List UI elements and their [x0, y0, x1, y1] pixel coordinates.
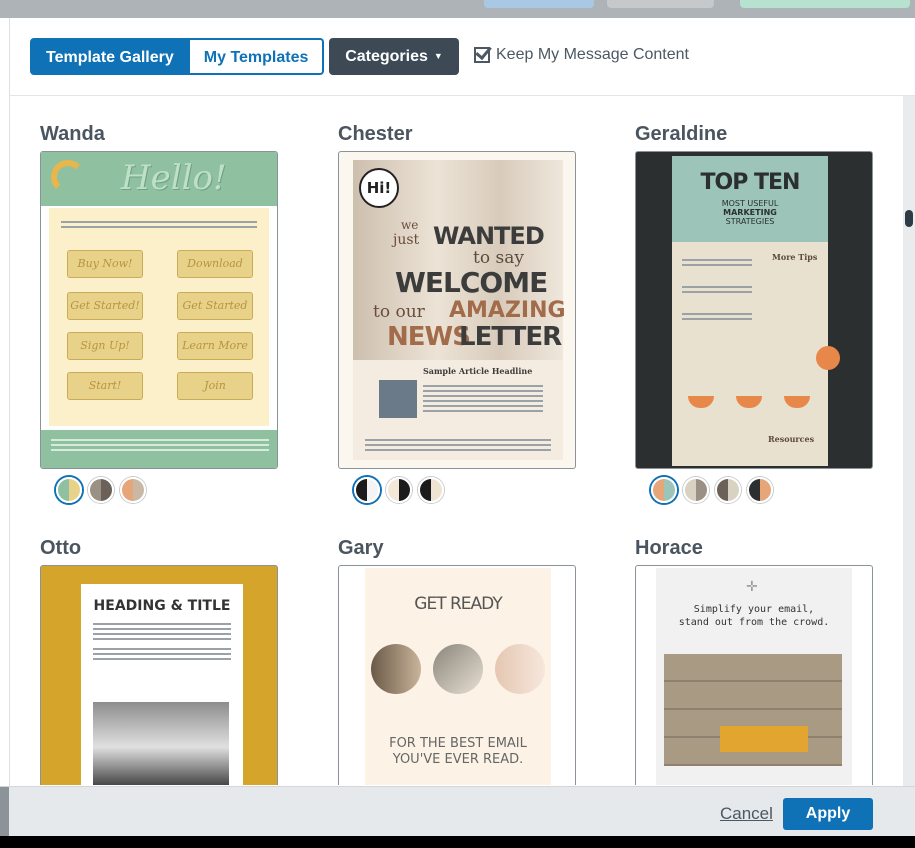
apply-button[interactable]: Apply [783, 798, 873, 830]
template-name: Otto [40, 537, 82, 559]
template-card-gary[interactable]: Gary GET READY FOR THE BEST EMAIL YOU'VE… [338, 537, 576, 785]
thumb-text: STRATEGIES [725, 217, 775, 226]
thumb-text: WANTED [433, 222, 545, 250]
my-templates-tab[interactable]: My Templates [189, 38, 325, 75]
template-name: Wanda [40, 123, 105, 145]
thumb-footer [41, 430, 277, 468]
thumb-body: ✛ Simplify your email, stand out from th… [656, 568, 852, 785]
thumb-button: Join [177, 372, 253, 400]
color-swatch[interactable] [120, 477, 146, 503]
background-window-strip [0, 0, 915, 18]
thumb-button: Download [177, 250, 253, 278]
thumb-header: TOP TEN MOST USEFUL MARKETING STRATEGIES [672, 156, 828, 242]
template-gallery: Wanda Hello! Buy Now! Download Get Start… [10, 97, 903, 785]
scrollbar-track[interactable] [903, 96, 915, 786]
template-name: Horace [635, 537, 703, 559]
caret-down-icon: ▼ [433, 51, 443, 61]
template-card-chester[interactable]: Chester Hi! we just WANTED to say WELCOM… [338, 123, 576, 503]
thumb-text: WELCOME [395, 266, 548, 299]
thumb-title: GET READY [414, 594, 502, 614]
cancel-link[interactable]: Cancel [720, 804, 773, 824]
color-swatch[interactable] [386, 477, 412, 503]
color-swatch[interactable] [747, 477, 773, 503]
template-thumbnail[interactable]: TOP TEN MOST USEFUL MARKETING STRATEGIES… [635, 151, 873, 469]
color-swatch[interactable] [715, 477, 741, 503]
thumb-text: Sample Article Headline [423, 366, 533, 376]
template-thumbnail[interactable]: Hi! we just WANTED to say WELCOME to our… [338, 151, 576, 469]
template-card-horace[interactable]: Horace ✛ Simplify your email, stand out … [635, 537, 873, 785]
color-swatch[interactable] [418, 477, 444, 503]
thumb-text: Resources [768, 434, 815, 444]
thumb-button: Sign Up! [67, 332, 143, 360]
thumb-button: Buy Now! [67, 250, 143, 278]
color-swatch[interactable] [683, 477, 709, 503]
background-button [484, 0, 594, 8]
thumb-text: YOU'VE EVER READ. [392, 752, 524, 767]
thumb-text: AMAZING [449, 298, 566, 323]
thumb-text: FOR THE BEST EMAIL [389, 736, 527, 751]
color-swatch[interactable] [651, 477, 677, 503]
thumb-button: Start! [67, 372, 143, 400]
thumb-button: Get Started! [67, 292, 143, 320]
thumb-text: just [393, 232, 420, 248]
keep-content-label: Keep My Message Content [496, 46, 689, 63]
thumb-text: to our [373, 302, 425, 322]
thumb-hello: Hello! [121, 158, 227, 198]
thumb-button: Learn More [177, 332, 253, 360]
thumb-text: NEWS [387, 322, 471, 352]
thumb-text: to say [473, 248, 524, 268]
thumb-text: stand out from the crowd. [678, 617, 830, 628]
thumb-text: MOST USEFUL [721, 199, 779, 208]
template-thumbnail[interactable]: GET READY FOR THE BEST EMAIL YOU'VE EVER… [338, 565, 576, 785]
template-name: Gary [338, 537, 384, 559]
badge-icon [816, 346, 840, 370]
thumb-hi: Hi! [359, 168, 399, 208]
template-picker-dialog: Template Gallery My Templates Categories… [0, 0, 915, 848]
scrollbar-thumb[interactable] [905, 210, 913, 227]
color-swatch[interactable] [354, 477, 380, 503]
color-swatches [40, 477, 278, 503]
template-card-otto[interactable]: Otto HEADING & TITLE [40, 537, 278, 785]
template-thumbnail[interactable]: HEADING & TITLE [40, 565, 278, 785]
template-thumbnail[interactable]: ✛ Simplify your email, stand out from th… [635, 565, 873, 785]
thumb-body: Hi! we just WANTED to say WELCOME to our… [353, 160, 566, 460]
color-swatch[interactable] [56, 477, 82, 503]
color-swatches [338, 477, 576, 503]
gallery-switch: Template Gallery My Templates [30, 38, 325, 75]
thumb-text: LETTER [459, 322, 562, 352]
window-edge [0, 836, 915, 848]
categories-dropdown[interactable]: Categories ▼ [329, 38, 459, 75]
thumb-title: TOP TEN [700, 170, 801, 195]
thumb-title: HEADING & TITLE [93, 598, 231, 614]
thumb-highlight [720, 726, 808, 752]
color-swatch[interactable] [88, 477, 114, 503]
arrow-icon [51, 160, 85, 194]
template-gallery-tab[interactable]: Template Gallery [30, 38, 190, 75]
thumb-header: Hello! [41, 152, 277, 206]
thumb-text: Simplify your email, [693, 604, 815, 615]
image-placeholder-icon [379, 380, 417, 418]
keep-content-checkbox[interactable]: Keep My Message Content [474, 46, 689, 64]
template-name: Chester [338, 123, 413, 145]
background-button [740, 0, 910, 8]
template-name: Geraldine [635, 123, 728, 145]
background-button [607, 0, 714, 8]
thumb-photo [93, 702, 229, 785]
categories-label: Categories [345, 48, 428, 65]
checkbox-checked-icon[interactable] [474, 47, 490, 63]
color-swatches [635, 477, 873, 503]
thumb-body: GET READY FOR THE BEST EMAIL YOU'VE EVER… [365, 568, 551, 785]
dialog-footer [0, 786, 915, 837]
thumb-button: Get Started [177, 292, 253, 320]
thumb-text: we [401, 218, 419, 232]
thumb-text: More Tips [772, 252, 818, 262]
thumb-text: MARKETING [723, 208, 777, 217]
crosshair-icon: ✛ [746, 578, 758, 594]
thumb-body: HEADING & TITLE [81, 584, 243, 785]
template-card-wanda[interactable]: Wanda Hello! Buy Now! Download Get Start… [40, 123, 278, 503]
thumb-body: Buy Now! Download Get Started! Get Start… [49, 208, 269, 426]
thumb-body: TOP TEN MOST USEFUL MARKETING STRATEGIES… [672, 156, 840, 466]
template-card-geraldine[interactable]: Geraldine TOP TEN MOST USEFUL MARKETING … [635, 123, 873, 503]
template-thumbnail[interactable]: Hello! Buy Now! Download Get Started! Ge… [40, 151, 278, 469]
